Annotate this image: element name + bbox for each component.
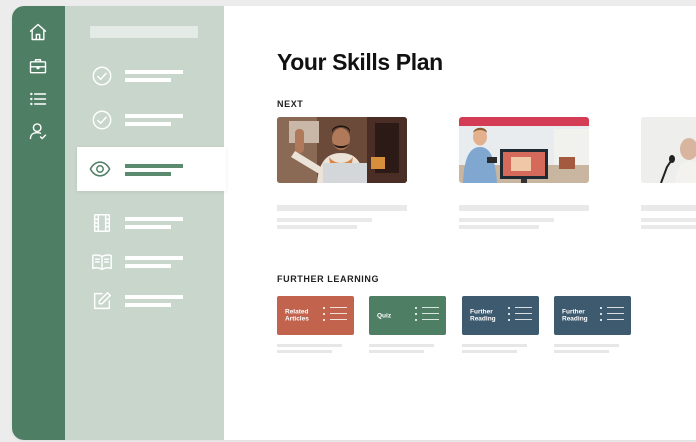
tile-related-articles[interactable]: Related Articles (277, 296, 354, 353)
edit-icon (91, 290, 113, 312)
tile-further-reading[interactable]: Further Reading (554, 296, 631, 353)
video-thumbnail (641, 117, 696, 183)
video-thumbnail (459, 117, 589, 183)
page-title: Your Skills Plan (277, 49, 443, 75)
user-check-icon[interactable] (26, 119, 50, 143)
text-placeholder (125, 122, 171, 126)
text-placeholder (369, 350, 424, 353)
text-placeholder (641, 218, 696, 222)
tile-further-reading[interactable]: Further Reading (462, 296, 539, 353)
tile-label: Related Articles (285, 308, 309, 323)
text-placeholder (641, 205, 696, 211)
text-placeholder (462, 344, 527, 347)
text-placeholder (125, 256, 183, 260)
further-learning-section-label: FURTHER LEARNING (277, 274, 380, 284)
tile-button[interactable]: Quiz (369, 296, 446, 335)
tile-button[interactable]: Further Reading (462, 296, 539, 335)
text-placeholder (277, 344, 342, 347)
list-icon[interactable] (26, 87, 50, 111)
sidebar-item-video[interactable] (65, 203, 224, 243)
next-video-card[interactable] (459, 117, 589, 229)
tile-button[interactable]: Related Articles (277, 296, 354, 335)
text-placeholder (125, 78, 171, 82)
text-placeholder (125, 164, 183, 168)
text-placeholder (125, 217, 183, 221)
check-circle-icon (91, 109, 113, 131)
list-icon (600, 307, 624, 325)
sidebar-item-current[interactable] (77, 147, 226, 191)
text-placeholder (459, 205, 589, 211)
text-placeholder (125, 295, 183, 299)
text-placeholder (125, 264, 171, 268)
list-icon (323, 307, 347, 325)
text-placeholder (641, 225, 696, 229)
lesson-sidebar (65, 6, 226, 440)
film-icon (91, 212, 113, 234)
sidebar-item-completed-2[interactable] (65, 100, 224, 140)
text-placeholder (554, 344, 619, 347)
next-section-label: NEXT (277, 99, 304, 109)
next-video-card[interactable] (277, 117, 407, 229)
text-placeholder (125, 225, 171, 229)
sidebar-item-completed-1[interactable] (65, 56, 224, 96)
text-placeholder (462, 350, 517, 353)
text-placeholder (459, 218, 554, 222)
list-icon (415, 307, 439, 325)
sidebar-item-reading[interactable] (65, 242, 224, 282)
sidebar-item-assignment[interactable] (65, 281, 224, 321)
text-placeholder (459, 225, 539, 229)
icon-rail (12, 6, 65, 440)
text-placeholder (125, 303, 171, 307)
book-open-icon (91, 251, 113, 273)
text-placeholder (277, 225, 357, 229)
tile-label: Further Reading (470, 308, 496, 323)
app-window: Your Skills Plan NEXT FURTHER LEARNING R… (12, 6, 696, 440)
text-placeholder (125, 70, 183, 74)
text-placeholder (277, 350, 332, 353)
video-thumbnail (277, 117, 407, 183)
eye-icon (89, 158, 111, 180)
text-placeholder (125, 114, 183, 118)
tile-quiz[interactable]: Quiz (369, 296, 446, 353)
text-placeholder (125, 172, 171, 176)
text-placeholder (277, 218, 372, 222)
list-icon (508, 307, 532, 325)
sidebar-header-placeholder (90, 26, 198, 38)
tile-button[interactable]: Further Reading (554, 296, 631, 335)
text-placeholder (277, 205, 407, 211)
check-circle-icon (91, 65, 113, 87)
tile-label: Further Reading (562, 308, 588, 323)
next-video-card[interactable] (641, 117, 696, 229)
text-placeholder (554, 350, 609, 353)
main-content: Your Skills Plan NEXT FURTHER LEARNING R… (224, 6, 696, 440)
tile-label: Quiz (377, 311, 392, 319)
text-placeholder (369, 344, 434, 347)
home-icon[interactable] (26, 20, 50, 44)
briefcase-icon[interactable] (26, 54, 50, 78)
